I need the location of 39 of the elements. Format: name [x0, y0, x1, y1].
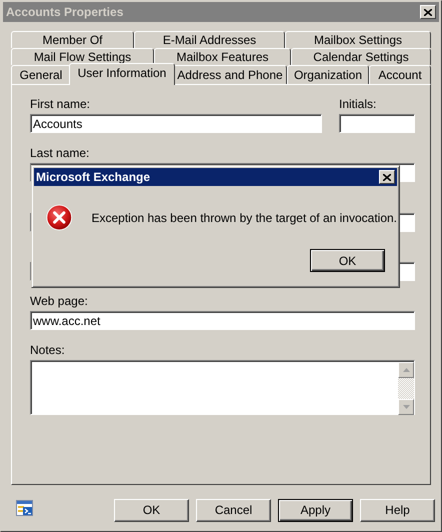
field-label: Web page:	[30, 294, 89, 309]
up-arrow-icon	[402, 368, 410, 372]
dialog-title: Microsoft Exchange	[36, 170, 150, 184]
web-page-field[interactable]: www.acc.net	[30, 311, 415, 330]
apply-button[interactable]: Apply	[278, 498, 353, 522]
first-name-field[interactable]: Accounts	[30, 114, 322, 133]
close-button[interactable]	[379, 170, 395, 184]
tab[interactable]: Organization	[287, 65, 369, 84]
field-label: Initials:	[339, 97, 378, 112]
close-icon	[383, 174, 391, 180]
tab[interactable]: Account	[369, 65, 431, 84]
notes-field[interactable]	[30, 360, 415, 415]
field-label: First name:	[30, 97, 92, 112]
tab[interactable]: General	[11, 65, 71, 84]
tab[interactable]: Calendar Settings	[291, 48, 431, 65]
initials-field[interactable]	[339, 114, 415, 133]
close-button[interactable]	[420, 5, 436, 19]
window-title: Accounts Properties	[6, 5, 124, 19]
scroll-up-button[interactable]	[398, 362, 414, 378]
tab[interactable]: User Information	[69, 63, 175, 85]
cancel-button[interactable]: Cancel	[196, 498, 271, 522]
scrollbar[interactable]	[398, 362, 414, 415]
tab[interactable]: Mailbox Features	[154, 48, 291, 65]
field-label: Notes:	[30, 343, 66, 358]
tab[interactable]: Member Of	[11, 31, 134, 48]
tab[interactable]: E-Mail Addresses	[134, 31, 285, 48]
tab[interactable]: Address and Phone	[173, 65, 287, 84]
error-icon	[46, 202, 72, 233]
tab[interactable]: Mail Flow Settings	[11, 48, 154, 65]
tab[interactable]: Mailbox Settings	[285, 31, 431, 48]
error-message: Exception has been thrown by the target of an invocation.	[91, 210, 397, 224]
field-label: Last name:	[30, 146, 90, 161]
ok-button[interactable]: OK	[114, 498, 189, 522]
scroll-down-button[interactable]	[398, 399, 414, 415]
ok-button[interactable]: OK	[310, 249, 385, 272]
console-icon	[16, 500, 33, 516]
down-arrow-icon	[402, 405, 410, 409]
help-button[interactable]: Help	[360, 498, 435, 522]
close-icon	[424, 8, 432, 16]
